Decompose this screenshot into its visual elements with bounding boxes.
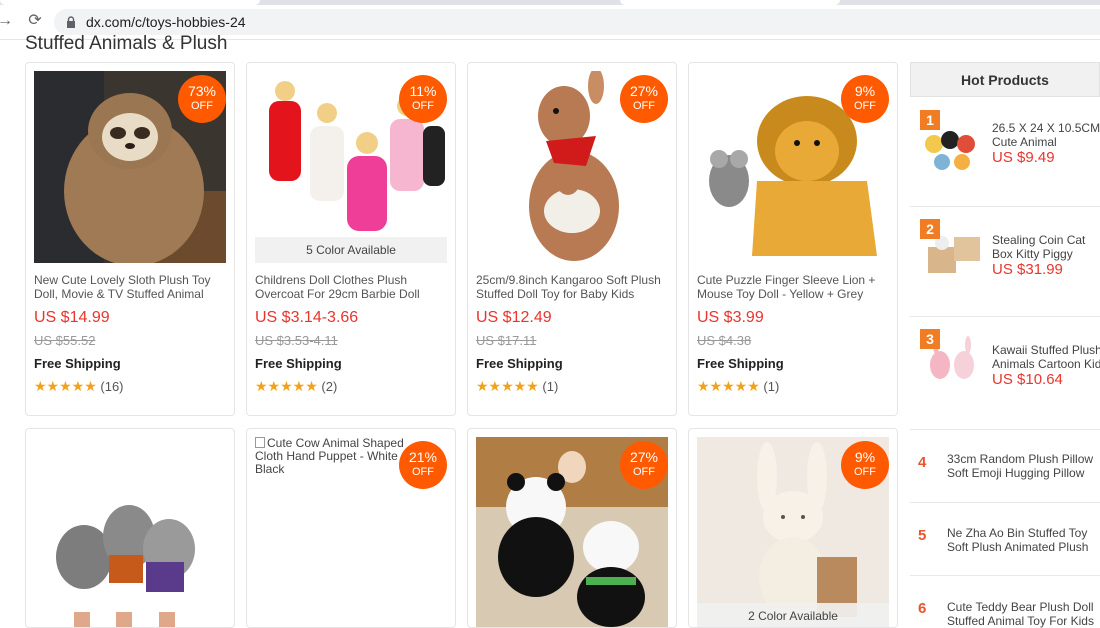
product-card[interactable] (25, 428, 235, 628)
color-available-label: 5 Color Available (255, 237, 447, 263)
star-rating-icon: ★★★★★ (697, 378, 760, 394)
lock-icon (67, 16, 75, 28)
product-price: US $14.99 (34, 309, 110, 326)
shipping-label: Free Shipping (697, 356, 784, 371)
shipping-label: Free Shipping (476, 356, 563, 371)
discount-badge: 27% OFF (620, 75, 668, 123)
hot-product-thumbnail[interactable]: 3 (920, 329, 984, 393)
shipping-label: Free Shipping (34, 356, 121, 371)
hot-product-item[interactable]: 1 26.5 X 24 X 10.5CM Cute Animal US $9.4… (910, 102, 1100, 207)
hot-product-item[interactable]: 4 33cm Random Plush Pillow Soft Emoji Hu… (910, 430, 1100, 503)
hot-products-panel: Hot Products 1 26.5 X 24 X 10.5CM Cute A… (910, 62, 1100, 628)
star-rating-icon: ★★★★★ (34, 378, 97, 394)
hot-product-title[interactable]: Ne Zha Ao Bin Stuffed Toy (947, 526, 1087, 540)
review-count[interactable]: (2) (321, 379, 337, 394)
product-rating: ★★★★★ (1) (697, 378, 779, 395)
hot-product-price: US $9.49 (992, 149, 1055, 166)
star-rating-icon: ★★★★★ (476, 378, 539, 394)
product-card[interactable]: 27% OFF 25cm/9.8inch Kangaroo Soft Plush… (467, 62, 677, 416)
discount-badge: 9% OFF (841, 441, 889, 489)
original-price: US $17.11 (476, 333, 537, 348)
product-title[interactable]: 25cm/9.8inch Kangaroo Soft Plush Stuffed… (476, 273, 672, 301)
hot-product-title[interactable]: 26.5 X 24 X 10.5CM (992, 121, 1100, 135)
hot-product-thumbnail[interactable]: 2 (920, 219, 984, 283)
review-count[interactable]: (1) (542, 379, 558, 394)
original-price: US $4.38 (697, 333, 752, 348)
tab-strip (0, 0, 1100, 5)
url-text: dx.com/c/toys-hobbies-24 (86, 14, 246, 30)
forward-arrow-icon[interactable]: → (0, 12, 14, 30)
rank-badge: 3 (920, 329, 940, 349)
rank-number: 5 (918, 527, 927, 544)
product-card[interactable]: 2 Color Available 9% OFF (688, 428, 898, 628)
product-title[interactable]: Childrens Doll Clothes Plush Overcoat Fo… (255, 273, 451, 301)
hot-product-title[interactable]: Kawaii Stuffed Plush (992, 343, 1100, 357)
product-rating: ★★★★★ (1) (476, 378, 558, 395)
product-card[interactable]: 5 Color Available 11% OFF Childrens Doll… (246, 62, 456, 416)
star-rating-icon: ★★★★★ (255, 378, 318, 394)
browser-tab[interactable] (620, 0, 840, 5)
review-count[interactable]: (16) (100, 379, 123, 394)
hot-product-title[interactable]: 33cm Random Plush Pillow (947, 452, 1093, 466)
hot-product-thumbnail[interactable]: 1 (920, 110, 984, 174)
broken-image-icon (255, 437, 265, 448)
rank-number: 6 (918, 600, 927, 617)
address-bar[interactable]: dx.com/c/toys-hobbies-24 (54, 9, 1100, 35)
original-price: US $3.53-4.11 (255, 333, 338, 348)
browser-tab[interactable] (0, 0, 260, 5)
color-available-label: 2 Color Available (697, 603, 889, 627)
review-count[interactable]: (1) (763, 379, 779, 394)
discount-badge: 9% OFF (841, 75, 889, 123)
discount-badge: 27% OFF (620, 441, 668, 489)
hot-product-title[interactable]: Animals Cartoon Kid (992, 357, 1100, 371)
rank-number: 4 (918, 454, 927, 471)
shipping-label: Free Shipping (255, 356, 342, 371)
hot-product-item[interactable]: 5 Ne Zha Ao Bin Stuffed Toy Soft Plush A… (910, 503, 1100, 576)
hot-product-title[interactable]: Cute Animal (992, 135, 1057, 149)
rank-badge: 2 (920, 219, 940, 239)
hot-product-item[interactable]: 6 Cute Teddy Bear Plush Doll Stuffed Ani… (910, 576, 1100, 628)
finger-puppet-rabbits-image (34, 437, 226, 627)
product-price: US $12.49 (476, 309, 552, 326)
product-price: US $3.99 (697, 309, 764, 326)
product-card[interactable]: Cute Cow Animal Shaped Cloth Hand Puppet… (246, 428, 456, 628)
discount-badge: 73% OFF (178, 75, 226, 123)
product-card[interactable]: 9% OFF Cute Puzzle Finger Sleeve Lion + … (688, 62, 898, 416)
hot-product-price: US $31.99 (992, 261, 1063, 278)
product-title[interactable]: New Cute Lovely Sloth Plush Toy Doll, Mo… (34, 273, 230, 301)
hot-product-title[interactable]: Stealing Coin Cat (992, 233, 1085, 247)
hot-products-heading: Hot Products (910, 62, 1100, 97)
hot-product-item[interactable]: 3 Kawaii Stuffed Plush Animals Cartoon K… (910, 317, 1100, 430)
product-title[interactable]: Cute Puzzle Finger Sleeve Lion + Mouse T… (697, 273, 893, 301)
rank-badge: 1 (920, 110, 940, 130)
image-alt-text: Cute Cow Animal Shaped Cloth Hand Puppet… (255, 436, 409, 476)
hot-product-item[interactable]: 2 Stealing Coin Cat Box Kitty Piggy US $… (910, 207, 1100, 317)
product-card[interactable]: 27% OFF (467, 428, 677, 628)
hot-product-title[interactable]: Soft Plush Animated Plush (947, 540, 1088, 554)
hot-product-title[interactable]: Stuffed Animal Toy For Kids (947, 614, 1094, 628)
hot-product-title[interactable]: Box Kitty Piggy (992, 247, 1073, 261)
original-price: US $55.52 (34, 333, 96, 348)
product-price: US $3.14-3.66 (255, 309, 359, 326)
discount-badge: 11% OFF (399, 75, 447, 123)
reload-icon[interactable]: ⟳ (26, 12, 44, 30)
hot-product-title[interactable]: Soft Emoji Hugging Pillow (947, 466, 1084, 480)
page-title: Stuffed Animals & Plush (25, 33, 228, 54)
product-rating: ★★★★★ (2) (255, 378, 337, 395)
product-card[interactable]: 73% OFF New Cute Lovely Sloth Plush Toy … (25, 62, 235, 416)
product-image[interactable] (34, 437, 226, 627)
product-rating: ★★★★★ (16) (34, 378, 124, 395)
hot-product-price: US $10.64 (992, 371, 1063, 388)
hot-product-title[interactable]: Cute Teddy Bear Plush Doll (947, 600, 1094, 614)
discount-badge: 21% OFF (399, 441, 447, 489)
